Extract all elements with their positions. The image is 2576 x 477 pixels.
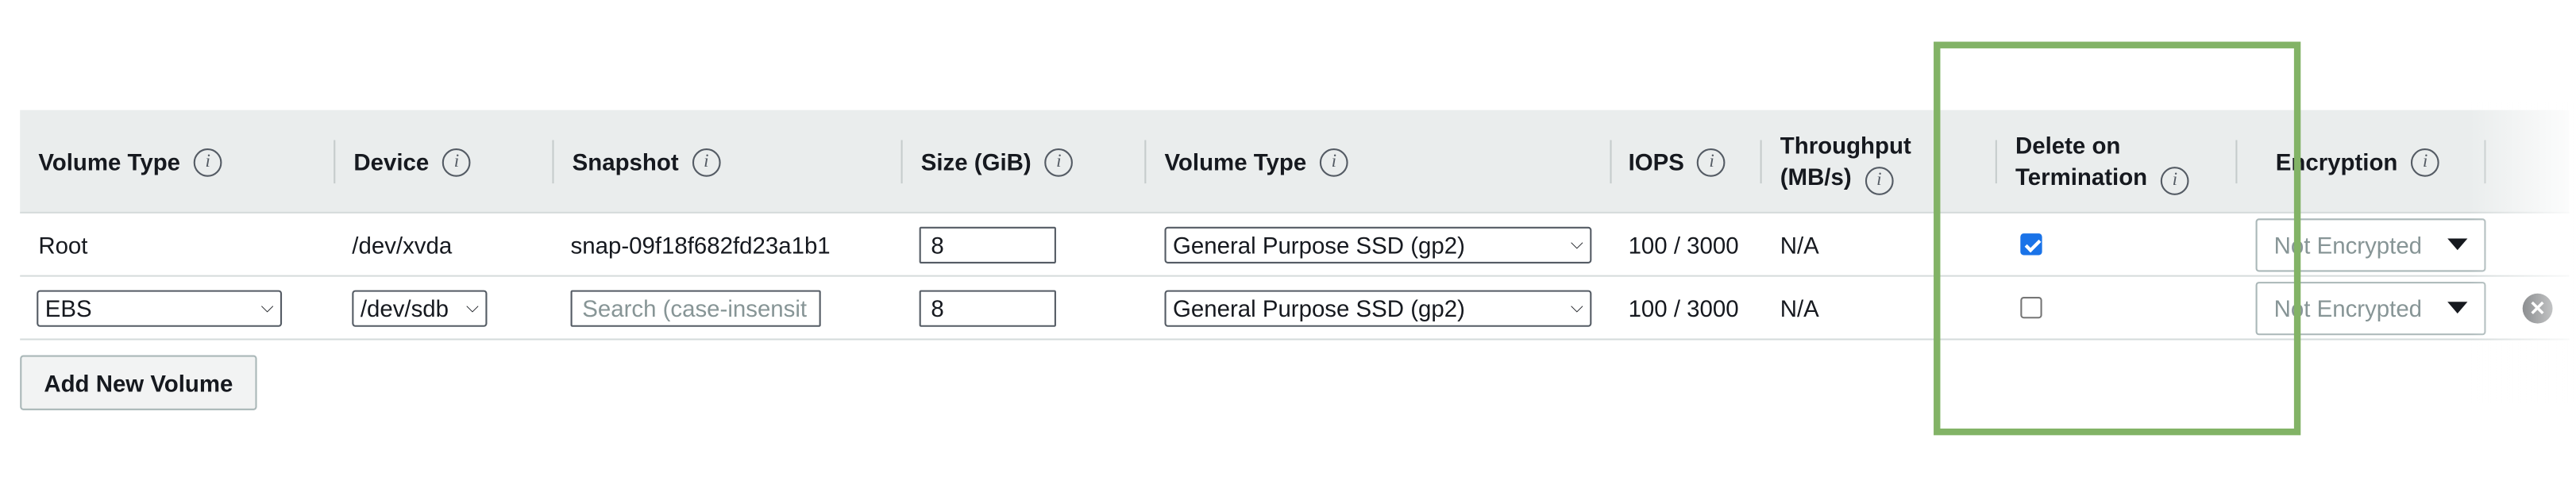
- column-divider: [900, 140, 903, 184]
- chevron-down-icon: ⌵: [1570, 298, 1583, 317]
- header-label-line2: (MB/s): [1780, 162, 1852, 190]
- header-iops: IOPS i: [1629, 110, 1726, 213]
- scroll-fade-overlay: [2469, 93, 2576, 436]
- snapshot-search-input[interactable]: Search (case-insensit: [570, 289, 821, 326]
- ebs-volume-type-select[interactable]: General Purpose SSD (gp2) ⌵: [1164, 289, 1592, 326]
- header-device: Device i: [353, 110, 471, 213]
- header-size: Size (GiB) i: [920, 110, 1074, 213]
- volume-type-cell: EBS ⌵: [37, 277, 283, 339]
- column-divider: [1760, 140, 1762, 184]
- info-icon[interactable]: i: [1865, 166, 1894, 194]
- chevron-down-icon: ⌵: [466, 298, 479, 317]
- header-label: Device: [353, 147, 430, 175]
- size-input[interactable]: 8: [919, 225, 1056, 263]
- chevron-down-icon: ⌵: [260, 298, 274, 317]
- throughput-text: N/A: [1780, 230, 1819, 258]
- header-label: IOPS: [1628, 147, 1684, 175]
- header-ebs-volume-type: Volume Type i: [1164, 110, 1348, 213]
- info-icon[interactable]: i: [1044, 147, 1074, 176]
- select-value: EBS: [44, 294, 92, 321]
- info-icon[interactable]: i: [2411, 147, 2439, 176]
- column-divider: [552, 140, 554, 184]
- header-label: Size (GiB): [920, 147, 1032, 175]
- info-icon[interactable]: i: [193, 147, 222, 176]
- ebs-volume-type-select[interactable]: General Purpose SSD (gp2) ⌵: [1164, 225, 1592, 263]
- header-label: Throughput (MB/s) i: [1780, 129, 1911, 194]
- device-cell: /dev/sdb ⌵: [352, 277, 488, 339]
- caret-down-icon: [2447, 302, 2468, 314]
- header-throughput: Throughput (MB/s) i: [1780, 110, 1911, 213]
- header-label: Snapshot: [572, 147, 679, 175]
- ebs-volume-type-cell: General Purpose SSD (gp2) ⌵: [1164, 213, 1592, 275]
- caret-down-icon: [2447, 238, 2468, 251]
- snapshot-cell: Search (case-insensit: [570, 277, 821, 339]
- header-label: Volume Type: [38, 147, 181, 175]
- info-icon[interactable]: i: [1320, 147, 1348, 176]
- select-value: General Purpose SSD (gp2): [1173, 294, 1465, 321]
- add-new-volume-button[interactable]: Add New Volume: [20, 355, 257, 410]
- device-select[interactable]: /dev/sdb ⌵: [352, 289, 488, 326]
- column-divider: [1144, 140, 1147, 184]
- select-value: General Purpose SSD (gp2): [1173, 230, 1465, 258]
- header-label: Volume Type: [1164, 147, 1307, 175]
- volume-type-select[interactable]: EBS ⌵: [37, 289, 283, 326]
- column-divider: [1610, 140, 1612, 184]
- volume-type-text: Root: [38, 230, 88, 258]
- column-divider: [334, 140, 336, 184]
- storage-volumes-panel: Volume Type i Device i Snapshot i Size (…: [0, 0, 2576, 477]
- header-snapshot: Snapshot i: [573, 110, 721, 213]
- iops-text: 100 / 3000: [1628, 294, 1739, 321]
- device-text: /dev/xvda: [352, 230, 453, 258]
- info-icon[interactable]: i: [442, 147, 471, 176]
- header-volume-type: Volume Type i: [38, 110, 222, 213]
- size-input[interactable]: 8: [919, 289, 1056, 326]
- size-cell: 8: [919, 213, 1056, 275]
- select-value: /dev/sdb: [360, 294, 449, 321]
- size-cell: 8: [919, 277, 1056, 339]
- iops-text: 100 / 3000: [1628, 230, 1739, 258]
- header-label-line1: Throughput: [1780, 130, 1911, 158]
- snapshot-text: snap-09f18f682fd23a1b1: [570, 230, 831, 258]
- ebs-volume-type-cell: General Purpose SSD (gp2) ⌵: [1164, 277, 1592, 339]
- info-icon[interactable]: i: [1697, 147, 1726, 176]
- throughput-text: N/A: [1780, 294, 1819, 321]
- chevron-down-icon: ⌵: [1570, 235, 1583, 254]
- info-icon[interactable]: i: [692, 147, 721, 176]
- highlight-box: [1934, 41, 2301, 436]
